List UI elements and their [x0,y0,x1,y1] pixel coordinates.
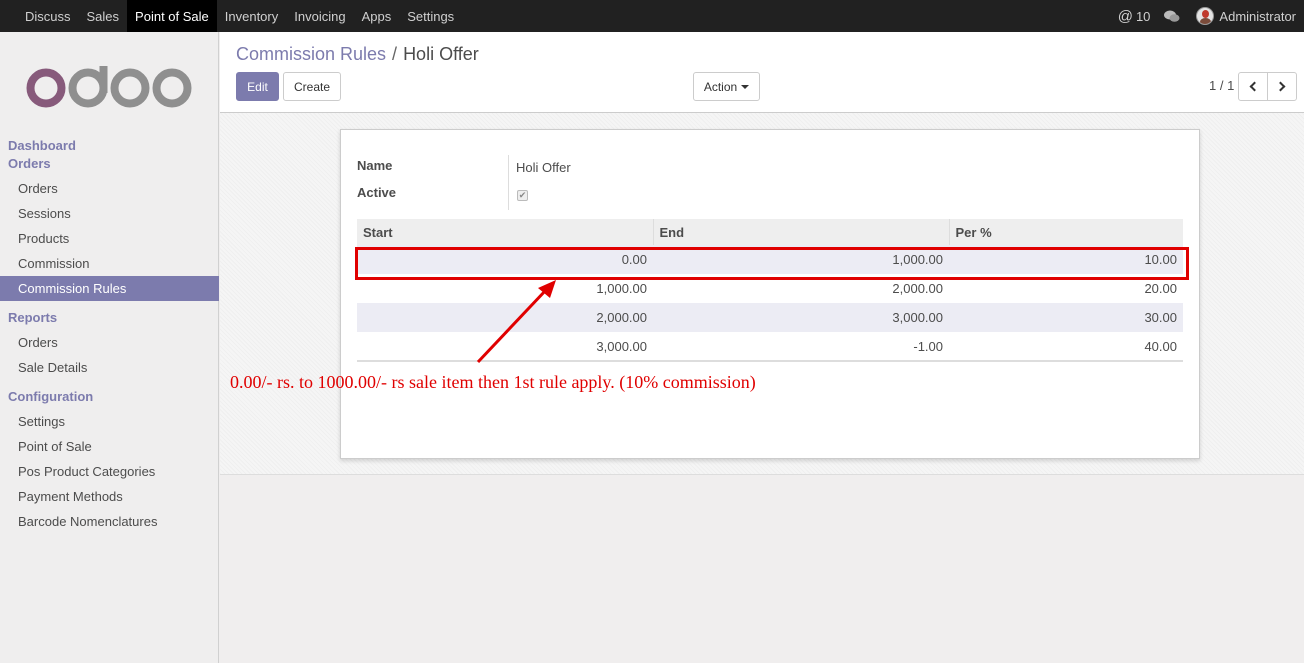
pager-value[interactable]: 1 / 1 [1209,78,1234,93]
menu-apps[interactable]: Apps [354,0,400,32]
sidebar-item-report-orders[interactable]: Orders [0,330,219,355]
cell-percent: 10.00 [949,245,1183,274]
table-row[interactable]: 0.00 1,000.00 10.00 [357,245,1183,274]
sidebar-item-products[interactable]: Products [0,226,219,251]
name-label: Name [357,158,393,173]
sidebar-section-dashboard: Dashboard [0,137,219,155]
active-label: Active [357,185,397,200]
chevron-right-icon [1275,81,1286,92]
form-sheet: Name Active Holi Offer ✔ Start End Per %… [340,129,1200,459]
sidebar-section-configuration: Configuration Settings Point of Sale Pos… [0,388,219,534]
checkmark-icon: ✔ [518,190,527,200]
chevron-left-icon [1249,81,1260,92]
action-dropdown[interactable]: Action [693,72,760,101]
column-end[interactable]: End [652,219,949,245]
user-name: Administrator [1219,8,1296,24]
active-checkbox[interactable]: ✔ [517,190,528,201]
cell-end: -1.00 [653,332,949,362]
caret-down-icon [741,84,750,89]
cell-percent: 40.00 [949,332,1183,362]
create-button[interactable]: Create [283,72,341,101]
top-navbar: Discuss Sales Point of Sale Inventory In… [0,0,1304,32]
chat-bubbles-icon [1164,10,1180,22]
column-start[interactable]: Start [357,219,653,245]
breadcrumb-commission-rules[interactable]: Commission Rules [236,44,386,64]
menu-inventory[interactable]: Inventory [217,0,286,32]
control-panel: Commission Rules / Holi Offer Edit Create … [220,32,1304,113]
column-per-percent[interactable]: Per % [948,219,1183,245]
sidebar-section-reports: Reports Orders Sale Details [0,309,219,380]
commission-rules-table: Start End Per % 0.00 1,000.00 10.00 1,00… [357,219,1183,362]
annotation-text: 0.00/- rs. to 1000.00/- rs sale item the… [230,372,756,392]
pager-next-button[interactable] [1267,72,1297,101]
sidebar-item-barcode-nomenclatures[interactable]: Barcode Nomenclatures [0,509,219,534]
sidebar-item-sessions[interactable]: Sessions [0,201,219,226]
sidebar-head-configuration: Configuration [8,389,94,404]
sidebar-head-orders: Orders [8,156,51,171]
menu-invoicing[interactable]: Invoicing [286,0,353,32]
form-view: Name Active Holi Offer ✔ Start End Per %… [220,113,1304,475]
table-row[interactable]: 2,000.00 3,000.00 30.00 [357,303,1183,332]
menu-discuss[interactable]: Discuss [17,0,79,32]
menu-sales[interactable]: Sales [79,0,128,32]
menu-settings[interactable]: Settings [399,0,462,32]
cell-start: 3,000.00 [357,332,653,362]
cell-start: 2,000.00 [357,303,653,332]
odoo-logo [26,66,192,108]
action-label: Action [703,79,738,94]
pager-previous-button[interactable] [1238,72,1268,101]
sidebar-item-point-of-sale[interactable]: Point of Sale [0,434,219,459]
cell-percent: 20.00 [949,274,1183,303]
cell-end: 1,000.00 [653,245,949,274]
name-value: Holi Offer [516,160,571,175]
sidebar-item-sale-details[interactable]: Sale Details [0,355,219,380]
sidebar-item-pos-product-categories[interactable]: Pos Product Categories [0,459,219,484]
cell-start: 1,000.00 [357,274,653,303]
mentions-button[interactable]: @ 10 [1118,8,1151,25]
sidebar-item-settings[interactable]: Settings [0,409,219,434]
cell-percent: 30.00 [949,303,1183,332]
field-divider [508,155,509,210]
breadcrumb-separator: / [392,44,398,64]
cell-end: 2,000.00 [653,274,949,303]
avatar [1196,7,1215,25]
mentions-count: 10 [1135,8,1151,24]
sidebar-item-orders[interactable]: Orders [0,176,219,201]
menu-point-of-sale[interactable]: Point of Sale [127,0,217,32]
user-menu[interactable]: Administrator [1196,7,1296,25]
chat-button[interactable] [1164,10,1180,23]
sidebar-section-orders: Orders Orders Sessions Products Commissi… [0,155,219,301]
breadcrumb: Commission Rules / Holi Offer [236,44,479,65]
cell-end: 3,000.00 [653,303,949,332]
systray: @ 10 Administrator [1118,0,1304,32]
sidebar-item-commission-rules[interactable]: Commission Rules [0,276,219,301]
sidebar-item-payment-methods[interactable]: Payment Methods [0,484,219,509]
sidebar-head-dashboard[interactable]: Dashboard [0,137,219,155]
cell-start: 0.00 [357,245,653,274]
table-row[interactable]: 1,000.00 2,000.00 20.00 [357,274,1183,303]
at-icon: @ [1117,7,1133,25]
edit-button[interactable]: Edit [236,72,279,101]
sidebar-item-commission[interactable]: Commission [0,251,219,276]
sidebar: Dashboard Orders Orders Sessions Product… [0,32,219,663]
app-menu: Discuss Sales Point of Sale Inventory In… [17,0,462,32]
breadcrumb-current: Holi Offer [403,44,479,64]
table-header-row: Start End Per % [357,219,1183,245]
table-row[interactable]: 3,000.00 -1.00 40.00 [357,332,1183,362]
sidebar-head-reports: Reports [8,310,58,325]
